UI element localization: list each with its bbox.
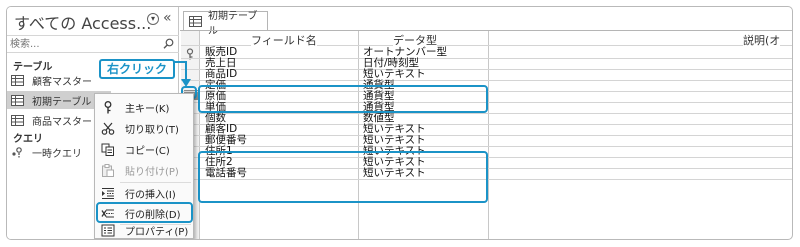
menu-item-label: 主キー(K) — [125, 104, 170, 115]
header-data-type[interactable]: データ型 — [393, 32, 437, 47]
copy-icon — [101, 143, 114, 156]
nav-item-label: 一時クエリ — [32, 148, 82, 160]
menu-item-primary-key[interactable]: 主キー(K) — [97, 98, 191, 117]
collapse-pane-icon[interactable]: « — [163, 10, 172, 26]
table-icon — [11, 74, 24, 86]
grid-divider — [181, 57, 792, 59]
menu-item-label: 行の挿入(I) — [125, 190, 176, 201]
nav-item-label: 商品マスター — [32, 116, 92, 128]
insert-row-icon — [102, 188, 114, 199]
grid-divider — [181, 79, 792, 81]
menu-item-properties[interactable]: プロパティ(P) — [97, 222, 191, 239]
header-field-name[interactable]: フィールド名 — [251, 32, 317, 47]
menu-item-label: コピー(C) — [125, 146, 170, 157]
menu-item-label: 貼り付け(P) — [125, 167, 179, 178]
access-window: すべての Access... ▾ « テーブル 顧客マスター 初期テーブル 商品… — [6, 6, 793, 240]
highlight-delete-row — [96, 202, 193, 223]
nav-item-label: 初期テーブル — [32, 96, 92, 108]
table-icon — [11, 94, 24, 106]
nav-menu-dropdown-icon[interactable]: ▾ — [147, 13, 159, 25]
nav-search-box — [7, 35, 179, 53]
key-icon — [104, 101, 112, 114]
grid-divider — [181, 123, 792, 125]
query-icon — [12, 146, 22, 158]
menu-item-paste[interactable]: 貼り付け(P) — [97, 161, 191, 180]
menu-item-label: プロパティ(P) — [125, 227, 189, 238]
table-icon — [11, 114, 24, 126]
context-menu: 主キー(K) 切り取り(T) コピー(C) 貼り付け(P) 行の挿入(I) 行の… — [94, 93, 194, 239]
menu-item-cut[interactable]: 切り取り(T) — [97, 119, 191, 138]
menu-item-insert-row[interactable]: 行の挿入(I) — [97, 184, 191, 203]
highlight-address-rows — [198, 151, 488, 203]
grid-divider — [181, 145, 792, 147]
grid-divider — [181, 134, 792, 136]
nav-item-label: 顧客マスター — [32, 76, 92, 88]
paste-icon — [102, 164, 114, 177]
scissors-icon — [101, 122, 115, 135]
menu-item-copy[interactable]: コピー(C) — [97, 140, 191, 159]
search-icon[interactable] — [163, 38, 174, 49]
menu-separator — [120, 182, 191, 183]
grid-divider — [181, 68, 792, 70]
table-design-grid: フィールド名 データ型 説明(オ 販売ID オートナンバー型 売上日 日付/時刻型 商品… — [181, 31, 792, 239]
right-click-callout: 右クリック — [99, 59, 175, 79]
tab-initial-table[interactable]: 初期テーブル — [183, 11, 268, 37]
nav-pane-title[interactable]: すべての Access... — [14, 10, 151, 34]
nav-search-input[interactable] — [10, 37, 160, 52]
header-description[interactable]: 説明(オ — [743, 32, 781, 47]
properties-icon — [101, 224, 115, 237]
menu-item-label: 切り取り(T) — [125, 125, 179, 136]
highlight-currency-rows — [198, 85, 488, 113]
table-icon — [189, 16, 202, 27]
